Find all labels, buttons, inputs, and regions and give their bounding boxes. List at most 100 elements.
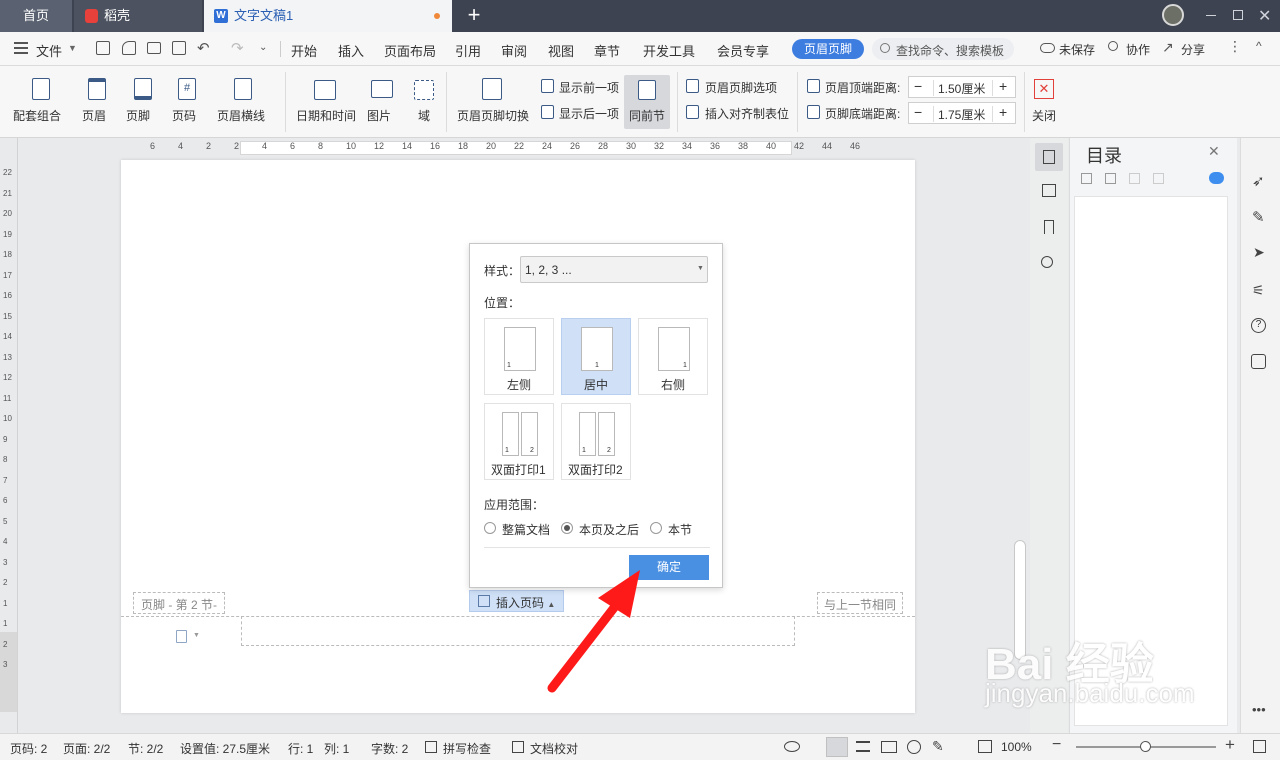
search-icon[interactable]	[1041, 256, 1053, 268]
hf-options-button[interactable]: 页眉页脚选项	[705, 79, 777, 96]
ai-assistant-icon[interactable]	[1209, 172, 1224, 184]
close-window-icon[interactable]: ✕	[1258, 6, 1271, 26]
tab-header-footer[interactable]: 页眉页脚	[792, 39, 864, 59]
rocket-icon[interactable]: ➶	[1252, 172, 1265, 190]
same-as-prev-button[interactable]: 同前节	[624, 75, 670, 129]
header-line-button[interactable]: 页眉横线	[217, 107, 265, 124]
header-button[interactable]: 页眉	[82, 107, 106, 124]
zoom-out-icon[interactable]: −	[1052, 736, 1061, 754]
scope-all-label[interactable]: 整篇文档	[502, 521, 550, 538]
pagenum-button[interactable]: 页码	[172, 107, 196, 124]
footer-bottom-distance-value[interactable]: 1.75厘米	[933, 106, 993, 122]
avatar[interactable]	[1162, 4, 1184, 26]
menu-view[interactable]: 视图	[548, 41, 574, 60]
menu-member[interactable]: 会员专享	[717, 41, 769, 60]
scope-section-radio[interactable]	[650, 522, 662, 534]
fullscreen-icon[interactable]	[1253, 740, 1266, 753]
decrease-icon[interactable]: −	[914, 104, 922, 120]
navigation-icon[interactable]	[1042, 184, 1056, 197]
show-prev-button[interactable]: 显示前一项	[559, 79, 619, 96]
footer-doc-icon[interactable]	[176, 630, 187, 643]
style-select[interactable]: 1, 2, 3 ... ▼	[520, 256, 708, 283]
close-hf-button[interactable]: 关闭	[1032, 107, 1056, 124]
zoom-slider-thumb[interactable]	[1140, 741, 1151, 752]
zoom-in-icon[interactable]: +	[1225, 735, 1235, 755]
picture-button[interactable]: 图片	[367, 107, 391, 124]
position-right[interactable]: 1 右侧	[638, 318, 708, 395]
scope-section-label[interactable]: 本节	[668, 521, 692, 538]
fit-page-icon[interactable]	[978, 740, 992, 753]
scope-all-radio[interactable]	[484, 522, 496, 534]
insert-align-tab-button[interactable]: 插入对齐制表位	[705, 105, 789, 122]
menu-developer[interactable]: 开发工具	[643, 41, 695, 60]
header-top-distance-value[interactable]: 1.50厘米	[933, 80, 993, 96]
command-search[interactable]: 查找命令、搜索模板	[872, 38, 1014, 60]
zoom-level[interactable]: 100%	[1001, 740, 1032, 754]
save-icon[interactable]	[96, 41, 110, 55]
more-icon[interactable]: ⋮	[1228, 38, 1242, 55]
minimize-icon[interactable]	[1206, 15, 1216, 16]
bookmark-icon[interactable]	[1044, 220, 1054, 234]
spellcheck-button[interactable]: 拼写检查	[443, 740, 491, 757]
scope-after-label[interactable]: 本页及之后	[579, 521, 639, 538]
position-left[interactable]: 1 左侧	[484, 318, 554, 395]
proofread-button[interactable]: 文档校对	[530, 740, 578, 757]
horizontal-ruler[interactable]: 6 4 2 2 4 6 8 10 12 14 16 18 20 22 24 26 28 30 32 34 36 38 40 4…	[22, 138, 1012, 160]
customize-icon[interactable]: ⌄	[259, 42, 267, 53]
header-top-distance-stepper[interactable]: − 1.50厘米 +	[908, 76, 1016, 98]
vertical-ruler[interactable]: 22 21 20 19 18 17 16 15 14 13 12 11 10 9 8 7 6 5 4 3 2 1 1 2 3	[0, 138, 18, 738]
tab-home[interactable]: 首页	[0, 0, 72, 32]
status-page[interactable]: 页码: 2	[10, 740, 47, 757]
more-options-icon[interactable]: •••	[1252, 702, 1266, 717]
expand-down-icon[interactable]	[1081, 173, 1092, 184]
redo-icon[interactable]: ↷	[231, 39, 244, 57]
status-setting[interactable]: 设置值: 27.5厘米	[180, 740, 270, 757]
menu-references[interactable]: 引用	[455, 41, 481, 60]
export-icon[interactable]	[122, 41, 136, 55]
menu-chapter[interactable]: 章节	[594, 41, 620, 60]
backup-icon[interactable]	[1251, 354, 1266, 369]
footer-button[interactable]: 页脚	[126, 107, 150, 124]
outline-view-icon[interactable]	[856, 741, 870, 752]
show-next-button[interactable]: 显示后一项	[559, 105, 619, 122]
status-pages[interactable]: 页面: 2/2	[63, 740, 110, 757]
switch-button[interactable]: 页眉页脚切换	[457, 107, 529, 124]
menu-file[interactable]: 文件	[36, 41, 62, 60]
scope-after-radio[interactable]	[561, 522, 573, 534]
menu-start[interactable]: 开始	[291, 41, 317, 60]
toc-icon[interactable]	[1035, 143, 1063, 171]
combo-button[interactable]: 配套组合	[13, 107, 61, 124]
restore-icon[interactable]	[1233, 10, 1243, 20]
status-row[interactable]: 行: 1	[288, 740, 313, 757]
increase-icon[interactable]: +	[999, 104, 1007, 120]
expand-up-icon[interactable]	[1105, 173, 1116, 184]
reading-view-icon[interactable]	[881, 741, 897, 753]
new-tab-button[interactable]: +	[462, 4, 486, 28]
undo-icon[interactable]: ↶	[197, 39, 210, 57]
position-duplex2[interactable]: 1 2 双面打印2	[561, 403, 631, 480]
pen-icon[interactable]: ✎	[1252, 208, 1265, 226]
status-col[interactable]: 列: 1	[324, 740, 349, 757]
datetime-button[interactable]: 日期和时间	[296, 107, 356, 124]
position-duplex1[interactable]: 1 2 双面打印1	[484, 403, 554, 480]
close-icon[interactable]: ✕	[1208, 143, 1220, 160]
print-preview-icon[interactable]	[172, 41, 186, 55]
eye-protect-icon[interactable]	[784, 741, 800, 752]
collapse-ribbon-icon[interactable]: ^	[1256, 39, 1262, 53]
field-button[interactable]: 域	[418, 107, 430, 124]
tab-document[interactable]: W 文字文稿1	[204, 0, 452, 32]
footer-text-frame[interactable]	[241, 616, 795, 646]
help-icon[interactable]: ?	[1251, 318, 1266, 333]
menu-review[interactable]: 审阅	[501, 41, 527, 60]
menu-insert[interactable]: 插入	[338, 41, 364, 60]
page-view-icon[interactable]	[826, 737, 848, 757]
position-center[interactable]: 1 居中	[561, 318, 631, 395]
menu-page-layout[interactable]: 页面布局	[384, 41, 436, 60]
status-section[interactable]: 节: 2/2	[128, 740, 163, 757]
add-level-icon[interactable]	[1129, 173, 1140, 184]
decrease-icon[interactable]: −	[914, 78, 922, 94]
tab-daoke[interactable]: 稻壳	[74, 0, 202, 32]
print-icon[interactable]	[147, 42, 161, 54]
remove-level-icon[interactable]	[1153, 173, 1164, 184]
collab-button[interactable]: 协作	[1126, 41, 1150, 58]
